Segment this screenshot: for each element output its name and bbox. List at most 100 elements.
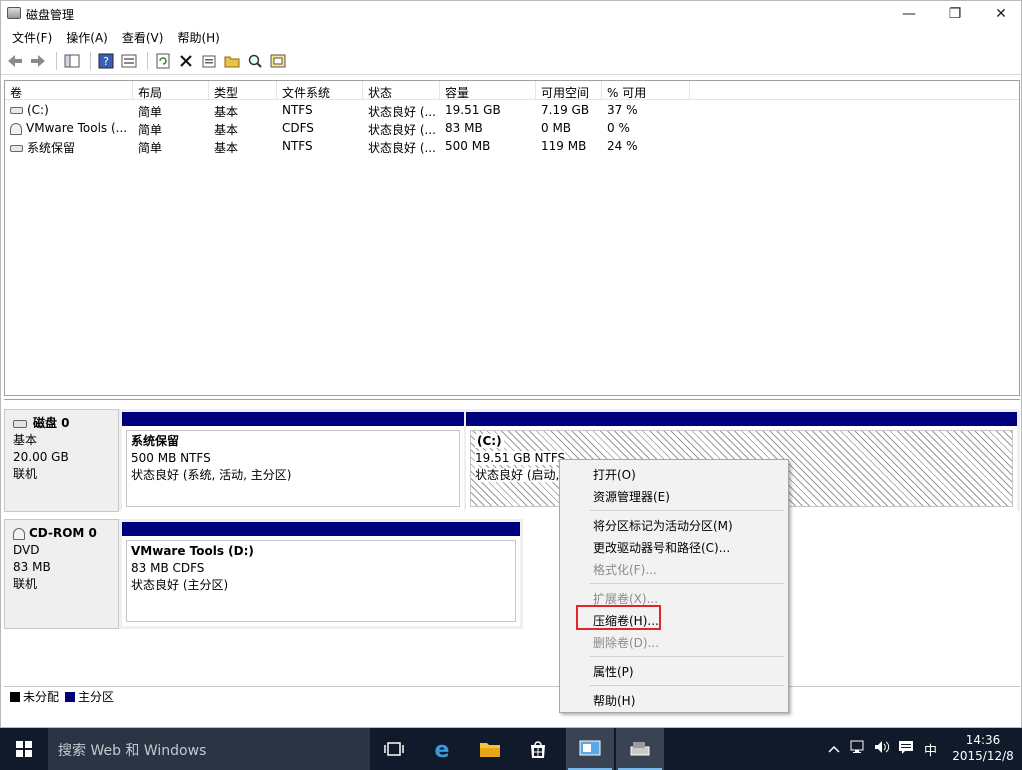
toolbar-divider	[56, 52, 57, 70]
unallocated-swatch	[10, 691, 20, 702]
menu-item-mark-active[interactable]: 将分区标记为活动分区(M)	[593, 517, 733, 534]
close-button[interactable]: ✕	[978, 1, 1022, 27]
cell-status: 状态良好 (...	[368, 123, 436, 137]
column-filesystem[interactable]: 文件系统	[277, 81, 363, 100]
delete-icon[interactable]	[176, 51, 196, 71]
cell-type: 基本	[214, 141, 239, 155]
volume-name: (C:)	[27, 103, 49, 117]
maximize-button[interactable]: ❐	[932, 1, 978, 27]
disk-title-text: CD-ROM 0	[29, 526, 97, 540]
menu-help[interactable]: 帮助(H)	[170, 27, 226, 47]
volume-icon[interactable]	[874, 740, 890, 758]
menu-item-format[interactable]: 格式化(F)...	[593, 561, 657, 578]
partition-size: 83 MB CDFS	[131, 561, 205, 575]
title-bar[interactable]: 磁盘管理 — ❐ ✕	[1, 1, 1021, 27]
task-view-button[interactable]	[370, 728, 418, 770]
menu-bar: 文件(F) 操作(A) 查看(V) 帮助(H)	[1, 27, 1021, 47]
help-icon[interactable]: ?	[96, 51, 116, 71]
shrink-volume-highlight	[576, 605, 661, 630]
legend: 未分配 主分区	[4, 686, 1020, 706]
cell-layout: 简单	[138, 123, 163, 137]
column-free-space[interactable]: 可用空间	[536, 81, 602, 100]
cell-free-space: 0 MB	[541, 121, 572, 135]
partition-status-text: 状态良好 (启动,	[475, 468, 560, 482]
action-center-icon[interactable]	[898, 740, 914, 758]
start-button[interactable]	[0, 728, 48, 770]
show-hidden-icons-icon[interactable]	[828, 742, 840, 757]
menu-separator	[590, 583, 784, 584]
menu-item-properties[interactable]: 属性(P)	[593, 663, 634, 680]
forward-icon[interactable]	[28, 51, 48, 71]
table-row[interactable]: (C:) 简单 基本 NTFS 状态良好 (... 19.51 GB 7.19 …	[5, 101, 1019, 119]
menu-item-help[interactable]: 帮助(H)	[593, 692, 635, 709]
minimize-button[interactable]: —	[886, 1, 932, 27]
input-method-indicator[interactable]: 中	[924, 740, 937, 759]
primary-partition-bar	[466, 412, 1017, 426]
cell-layout: 简单	[138, 141, 163, 155]
partition-title: VMware Tools (D:)	[131, 544, 254, 558]
table-row[interactable]: 系统保留 简单 基本 NTFS 状态良好 (... 500 MB 119 MB …	[5, 137, 1019, 155]
partition-system-reserved[interactable]: 系统保留 500 MB NTFS 状态良好 (系统, 活动, 主分区)	[122, 412, 464, 511]
cell-volume: VMware Tools (...	[5, 119, 133, 137]
column-percent-free[interactable]: % 可用	[602, 81, 690, 100]
cell-free-space: 7.19 GB	[541, 103, 590, 117]
cdrom-icon	[13, 527, 25, 540]
menu-item-change-drive-letter[interactable]: 更改驱动器号和路径(C)...	[593, 539, 730, 556]
task-view-icon	[384, 742, 404, 756]
cell-volume: (C:)	[5, 101, 133, 119]
column-capacity[interactable]: 容量	[440, 81, 536, 100]
refresh-icon[interactable]	[153, 51, 173, 71]
cdrom-0-label[interactable]: CD-ROM 0 DVD 83 MB 联机	[4, 519, 119, 629]
edge-button[interactable]: e	[418, 728, 466, 770]
disk-size: 83 MB	[13, 560, 51, 574]
explore-icon[interactable]	[245, 51, 265, 71]
menu-action[interactable]: 操作(A)	[59, 27, 115, 47]
clock-date: 2015/12/8	[952, 749, 1014, 763]
console-tree-icon[interactable]	[62, 51, 82, 71]
column-volume[interactable]: 卷	[5, 81, 133, 100]
disk-title-text: 磁盘 0	[33, 416, 70, 430]
system-tray: 中	[828, 728, 937, 770]
context-menu: 打开(O) 资源管理器(E) 将分区标记为活动分区(M) 更改驱动器号和路径(C…	[559, 459, 789, 713]
file-explorer-button[interactable]	[466, 728, 514, 770]
disk-management-icon	[7, 7, 21, 19]
column-type[interactable]: 类型	[209, 81, 277, 100]
back-icon[interactable]	[5, 51, 25, 71]
disk-management-icon	[630, 742, 650, 756]
cell-type: 基本	[214, 105, 239, 119]
taskbar: 搜索 Web 和 Windows e 中 14:36 2015/12/8	[0, 728, 1022, 770]
cell-filesystem: CDFS	[282, 121, 314, 135]
search-box[interactable]: 搜索 Web 和 Windows	[48, 728, 370, 770]
menu-item-explorer[interactable]: 资源管理器(E)	[593, 488, 670, 505]
column-layout[interactable]: 布局	[133, 81, 209, 100]
cell-filesystem: NTFS	[282, 103, 313, 117]
details-icon[interactable]	[119, 51, 139, 71]
partition-status: 状态良好 (系统, 活动, 主分区)	[131, 468, 292, 482]
svg-text:?: ?	[103, 55, 109, 68]
menu-item-delete-volume[interactable]: 删除卷(D)...	[593, 634, 659, 651]
volume-list: 卷 布局 类型 文件系统 状态 容量 可用空间 % 可用 (C:) 简单 基本 …	[4, 80, 1020, 396]
column-status[interactable]: 状态	[363, 81, 440, 100]
partition-body: 系统保留 500 MB NTFS 状态良好 (系统, 活动, 主分区)	[126, 430, 460, 507]
menu-item-open[interactable]: 打开(O)	[593, 466, 636, 483]
clock[interactable]: 14:36 2015/12/8	[950, 732, 1016, 764]
partition-status: 状态良好 (主分区)	[131, 578, 229, 592]
disk-management-taskbar-button[interactable]	[616, 728, 664, 770]
cell-status: 状态良好 (...	[368, 141, 436, 155]
disk-0-label[interactable]: 磁盘 0 基本 20.00 GB 联机	[4, 409, 119, 512]
partition-vmware-tools[interactable]: VMware Tools (D:) 83 MB CDFS 状态良好 (主分区)	[122, 522, 520, 626]
cell-free-space: 119 MB	[541, 139, 587, 153]
open-icon[interactable]	[222, 51, 242, 71]
format-icon[interactable]	[268, 51, 288, 71]
table-row[interactable]: VMware Tools (... 简单 基本 CDFS 状态良好 (... 8…	[5, 119, 1019, 137]
partition-title: (C:)	[475, 433, 1008, 450]
menu-view[interactable]: 查看(V)	[115, 27, 171, 47]
folder-icon	[480, 743, 500, 757]
network-icon[interactable]	[850, 740, 866, 758]
partition-title: 系统保留	[131, 434, 180, 448]
window-title: 磁盘管理	[26, 8, 75, 22]
store-button[interactable]	[514, 728, 562, 770]
computer-management-button[interactable]	[566, 728, 614, 770]
properties-icon[interactable]	[199, 51, 219, 71]
menu-file[interactable]: 文件(F)	[5, 27, 59, 47]
